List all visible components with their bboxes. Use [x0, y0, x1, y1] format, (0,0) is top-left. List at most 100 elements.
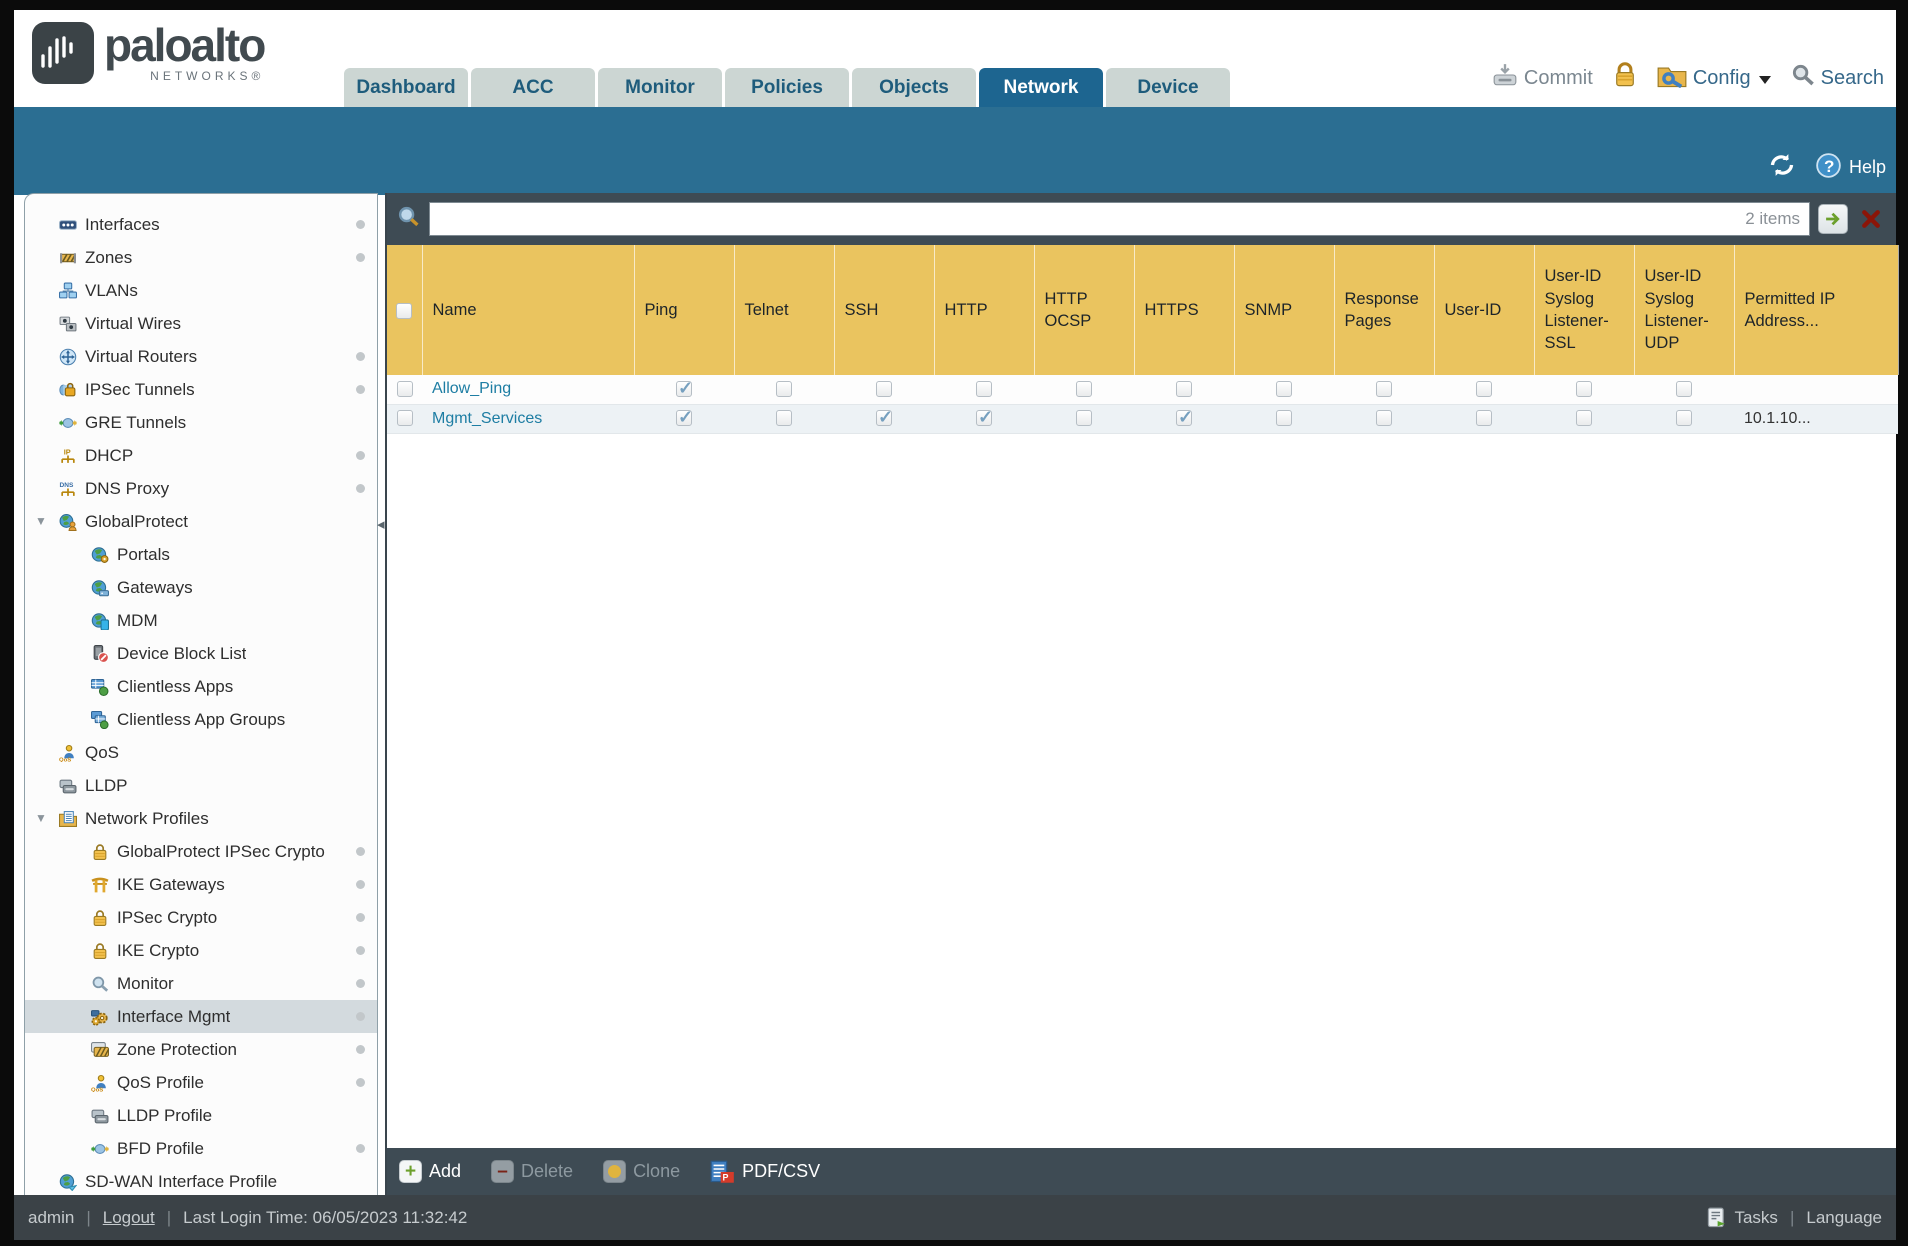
sidebar-item-globalprotect[interactable]: ▼ GlobalProtect: [25, 505, 377, 538]
sidebar-item-label: Interfaces: [85, 214, 160, 234]
select-all-checkbox[interactable]: [396, 302, 413, 319]
clone-button[interactable]: Clone: [603, 1160, 680, 1183]
row-name-link[interactable]: Allow_Ping: [432, 380, 511, 397]
sidebar-item-dns-proxy[interactable]: DNS DNS Proxy: [25, 472, 377, 505]
sidebar-item-sd-wan-interface-profile[interactable]: SD-WAN Interface Profile: [25, 1165, 377, 1195]
column-header-snmp[interactable]: SNMP: [1234, 245, 1335, 375]
column-header-http[interactable]: HTTP: [934, 245, 1035, 375]
sidebar-item-ike-gateways[interactable]: IKE Gateways: [25, 868, 377, 901]
sidebar-item-virtual-wires[interactable]: Virtual Wires: [25, 307, 377, 340]
sidebar-item-lldp[interactable]: LLDP: [25, 769, 377, 802]
lock-button[interactable]: [1613, 62, 1637, 94]
logout-link[interactable]: Logout: [103, 1208, 155, 1228]
sidebar-item-dot: [356, 946, 365, 955]
column-header-permitted-ip-address-[interactable]: Permitted IP Address...: [1734, 245, 1899, 375]
mdm-icon: [91, 611, 110, 630]
expander-triangle-icon[interactable]: ▼: [35, 514, 47, 528]
pdf-csv-button[interactable]: P PDF/CSV: [710, 1160, 820, 1184]
delete-button[interactable]: – Delete: [491, 1160, 573, 1183]
tab-device[interactable]: Device: [1106, 68, 1230, 107]
sidebar-item-label: GRE Tunnels: [85, 412, 187, 432]
sidebar-item-monitor[interactable]: Monitor: [25, 967, 377, 1000]
paloalto-logo: paloalto NETWORKS®: [32, 22, 266, 84]
commit-icon: [1492, 63, 1518, 93]
sidebar-item-globalprotect-ipsec-crypto[interactable]: GlobalProtect IPSec Crypto: [25, 835, 377, 868]
dns-proxy-icon: DNS: [59, 479, 78, 498]
sidebar-item-label: SD-WAN Interface Profile: [85, 1171, 278, 1191]
tasks-label[interactable]: Tasks: [1734, 1208, 1777, 1228]
paloalto-logo-icon: [32, 22, 94, 84]
sidebar-item-clientless-app-groups[interactable]: Clientless App Groups: [25, 703, 377, 736]
tab-policies[interactable]: Policies: [725, 68, 849, 107]
tab-objects[interactable]: Objects: [852, 68, 976, 107]
search-icon: [1791, 63, 1815, 93]
items-count: 2 items: [1745, 209, 1800, 228]
sidebar-item-qos[interactable]: QoS QoS: [25, 736, 377, 769]
sidebar-item-qos-profile[interactable]: QoS QoS Profile: [25, 1066, 377, 1099]
interface-mgmt-table: Name Ping Telnet SSH HTTP HTTP OCSP HTTPS SNMP R…: [387, 245, 1899, 434]
sidebar-item-label: IPSec Tunnels: [85, 379, 195, 399]
sidebar-tree: Interfaces Zones VLANs Virtual Wires Virtual…: [25, 208, 377, 1195]
search-button[interactable]: Search: [1791, 63, 1884, 93]
tab-monitor[interactable]: Monitor: [598, 68, 722, 107]
sidebar-item-gre-tunnels[interactable]: GRE Tunnels: [25, 406, 377, 439]
pdf-csv-icon: P: [710, 1160, 735, 1184]
sidebar-item-portals[interactable]: Portals: [25, 538, 377, 571]
status-bar: admin | Logout | Last Login Time: 06/05/…: [14, 1195, 1896, 1240]
commit-button[interactable]: Commit: [1492, 63, 1593, 93]
sidebar-item-device-block-list[interactable]: Device Block List: [25, 637, 377, 670]
sidebar-item-ipsec-crypto[interactable]: IPSec Crypto: [25, 901, 377, 934]
sidebar-item-interface-mgmt[interactable]: Interface Mgmt: [25, 1000, 377, 1033]
sidebar-item-zone-protection[interactable]: Zone Protection: [25, 1033, 377, 1066]
logo-sub: NETWORKS®: [150, 69, 265, 83]
column-header-https[interactable]: HTTPS: [1134, 245, 1235, 375]
pdf-csv-label: PDF/CSV: [742, 1161, 821, 1181]
sidebar-item-dhcp[interactable]: IP DHCP: [25, 439, 377, 472]
cell-checkbox-telnet: [776, 410, 792, 427]
config-menu-button[interactable]: Config: [1657, 62, 1771, 94]
add-button[interactable]: + Add: [399, 1160, 461, 1183]
filter-input[interactable]: [429, 202, 1810, 236]
expander-triangle-icon[interactable]: ▼: [35, 811, 47, 825]
sidebar-item-ike-crypto[interactable]: IKE Crypto: [25, 934, 377, 967]
sidebar-item-network-profiles[interactable]: ▼ Network Profiles: [25, 802, 377, 835]
tab-dashboard[interactable]: Dashboard: [344, 68, 468, 107]
chevron-down-icon: [1758, 75, 1771, 84]
language-label[interactable]: Language: [1806, 1208, 1882, 1228]
column-header-user-id-syslog-listener-ssl[interactable]: User-ID Syslog Listener-SSL: [1534, 245, 1635, 375]
clear-filter-button[interactable]: [1856, 204, 1886, 234]
column-header-ping[interactable]: Ping: [634, 245, 735, 375]
sidebar-item-virtual-routers[interactable]: Virtual Routers: [25, 340, 377, 373]
sidebar-item-dot: [356, 1078, 365, 1087]
row-name-link[interactable]: Mgmt_Services: [432, 410, 542, 427]
cell-checkbox-ssh: [876, 381, 892, 398]
column-header-user-id[interactable]: User-ID: [1434, 245, 1535, 375]
sidebar-item-gateways[interactable]: Gateways: [25, 571, 377, 604]
help-icon[interactable]: ?: [1816, 152, 1841, 183]
column-header-http-ocsp[interactable]: HTTP OCSP: [1034, 245, 1135, 375]
help-label[interactable]: Help: [1849, 157, 1886, 178]
collapse-sidebar-handle[interactable]: ◂: [377, 515, 385, 533]
column-header-user-id-syslog-listener-udp[interactable]: User-ID Syslog Listener-UDP: [1634, 245, 1735, 375]
row-select-checkbox[interactable]: [396, 381, 413, 398]
lock-icon: [91, 941, 110, 960]
sidebar-item-zones[interactable]: Zones: [25, 241, 377, 274]
sidebar-item-interfaces[interactable]: Interfaces: [25, 208, 377, 241]
column-header-ssh[interactable]: SSH: [834, 245, 935, 375]
sidebar-item-mdm[interactable]: MDM: [25, 604, 377, 637]
column-header-telnet[interactable]: Telnet: [734, 245, 835, 375]
sidebar-item-clientless-apps[interactable]: Clientless Apps: [25, 670, 377, 703]
column-header-response-pages[interactable]: Response Pages: [1334, 245, 1435, 375]
sidebar-item-lldp-profile[interactable]: LLDP Profile: [25, 1099, 377, 1132]
sidebar-item-vlans[interactable]: VLANs: [25, 274, 377, 307]
sidebar-item-label: Zones: [85, 247, 133, 267]
tab-acc[interactable]: ACC: [471, 68, 595, 107]
apply-filter-button[interactable]: [1818, 204, 1848, 234]
column-header-name[interactable]: Name: [422, 245, 635, 375]
sidebar-item-bfd-profile[interactable]: BFD Profile: [25, 1132, 377, 1165]
refresh-icon[interactable]: [1768, 152, 1796, 183]
sidebar-item-ipsec-tunnels[interactable]: IPSec Tunnels: [25, 373, 377, 406]
tab-network[interactable]: Network: [979, 68, 1103, 107]
cell-checkbox-http: [976, 381, 992, 398]
row-select-checkbox[interactable]: [396, 410, 413, 427]
